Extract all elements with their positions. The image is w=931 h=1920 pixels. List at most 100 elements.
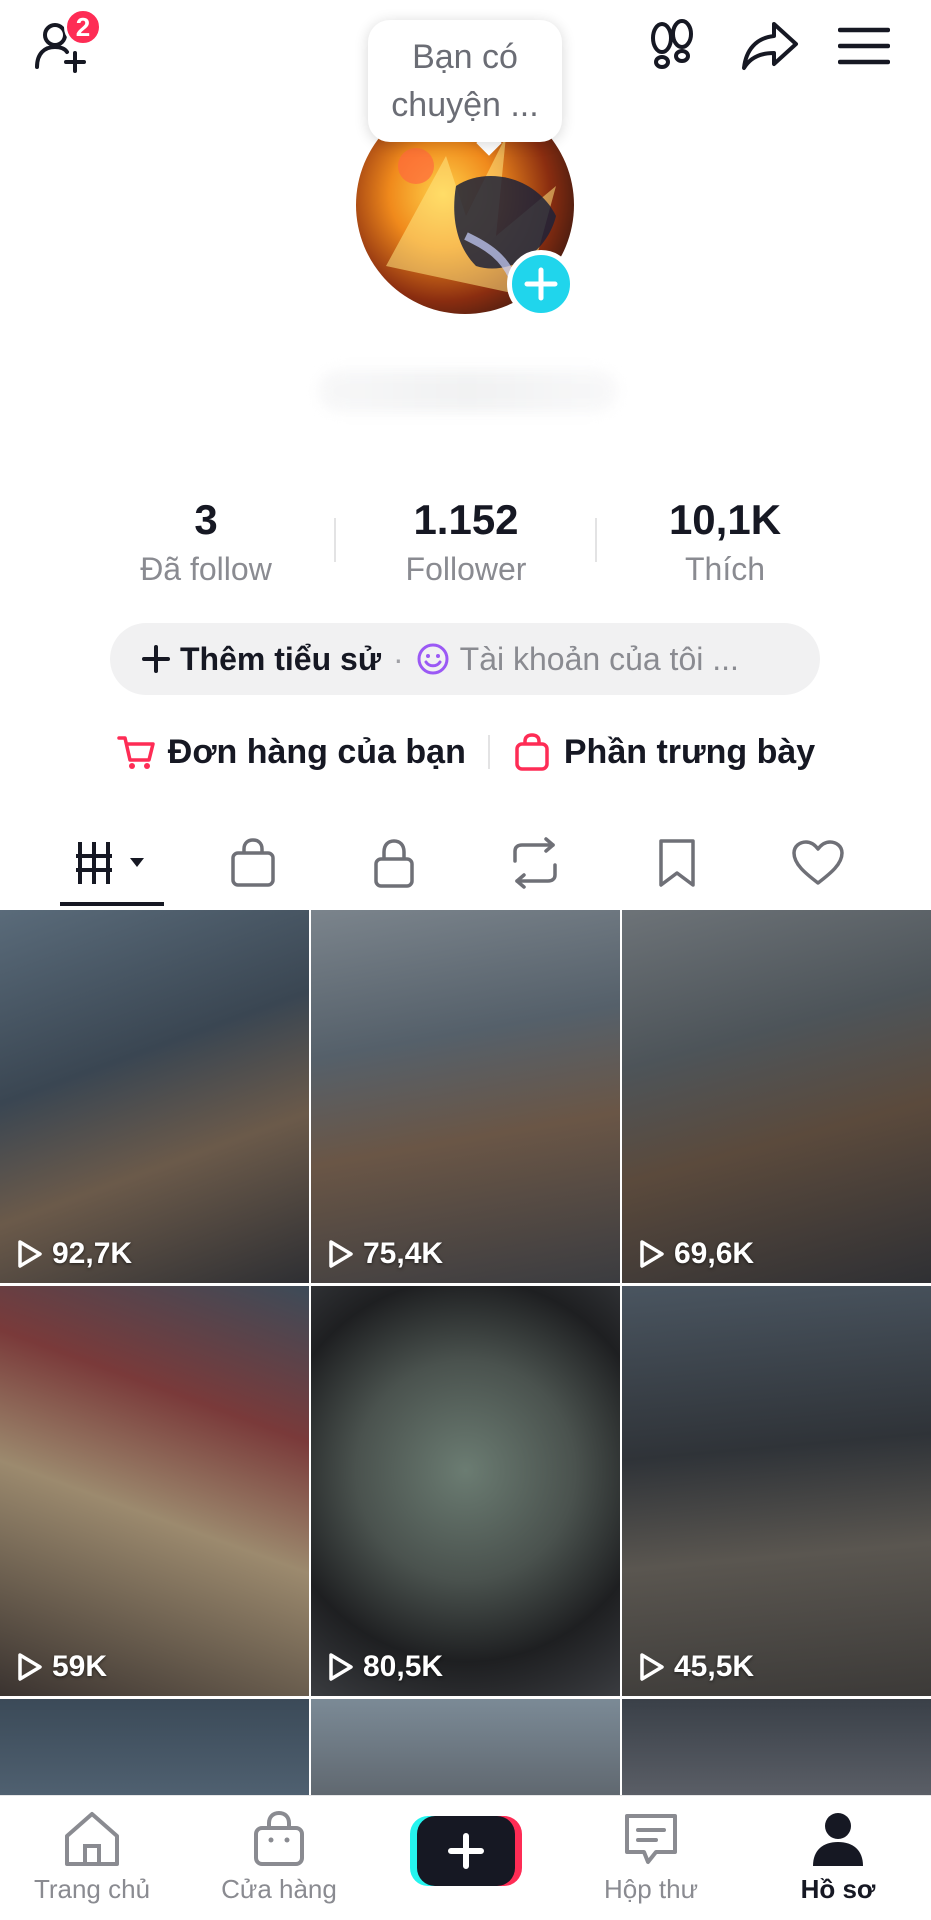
profile-stats: 3 Đã follow 1.152 Follower 10,1K Thích	[0, 494, 931, 594]
shopping-bag-icon	[515, 733, 549, 771]
notification-badge: 2	[64, 8, 102, 46]
video-thumbnail	[622, 1699, 931, 1795]
view-count: 80,5K	[327, 1650, 443, 1684]
tab-favorites[interactable]	[607, 820, 747, 906]
view-count: 69,6K	[638, 1237, 754, 1271]
menu-button[interactable]	[832, 14, 896, 78]
smiley-icon	[417, 643, 449, 675]
stat-followers-value: 1.152	[413, 496, 519, 543]
avatar-add-button[interactable]	[507, 250, 575, 318]
view-count-text: 45,5K	[674, 1650, 755, 1683]
video-tile[interactable]: 45,5K	[622, 1286, 931, 1696]
tab-private[interactable]	[324, 820, 464, 906]
video-thumbnail	[0, 1286, 309, 1696]
tab-shop[interactable]	[183, 820, 323, 906]
showcase-button[interactable]: Phần trưng bày	[512, 732, 815, 772]
bottom-nav: Trang chủ Cửa hàng Hộp thư Hồ sơ	[0, 1795, 931, 1920]
repost-icon	[513, 837, 557, 889]
view-count-text: 59K	[52, 1650, 108, 1683]
tab-reposts[interactable]	[465, 820, 605, 906]
video-tile[interactable]: 75,4K	[311, 910, 620, 1283]
view-count: 75,4K	[327, 1237, 443, 1271]
grid-icon	[76, 842, 144, 884]
orders-label: Đơn hàng của bạn	[167, 732, 466, 771]
play-icon	[329, 1653, 353, 1681]
shop-bag-icon	[231, 838, 275, 887]
tab-liked[interactable]	[748, 820, 888, 906]
play-icon	[640, 1653, 664, 1681]
stat-divider	[595, 518, 597, 562]
showcase-label: Phần trưng bày	[563, 732, 816, 771]
video-thumbnail	[311, 1286, 620, 1696]
lock-icon	[374, 839, 414, 888]
video-tile[interactable]: 92,7K	[0, 910, 309, 1283]
status-tooltip[interactable]: Bạn có chuyện ...	[368, 20, 562, 142]
video-thumbnail	[0, 1699, 309, 1795]
account-type-button[interactable]: Tài khoản của tôi ...	[460, 641, 739, 678]
nav-inbox-label: Hộp thư	[603, 1874, 698, 1904]
video-tile[interactable]: 69,6K	[622, 910, 931, 1283]
stat-following[interactable]: 3 Đã follow	[96, 494, 316, 592]
view-count-text: 75,4K	[363, 1237, 444, 1270]
plus-icon	[142, 645, 170, 673]
video-thumbnail	[0, 910, 309, 1283]
nav-shop[interactable]: Cửa hàng	[189, 1810, 369, 1910]
bio-pill: Thêm tiểu sử · Tài khoản của tôi ...	[110, 623, 820, 695]
inbox-icon	[625, 1814, 677, 1864]
tab-videos[interactable]	[42, 820, 182, 906]
stat-following-value: 3	[194, 496, 218, 543]
nav-shop-label: Cửa hàng	[221, 1874, 337, 1904]
profile-views-button[interactable]	[640, 14, 704, 78]
stat-likes[interactable]: 10,1K Thích	[615, 494, 835, 592]
nav-profile-label: Hồ sơ	[800, 1874, 876, 1904]
add-bio-button[interactable]: Thêm tiểu sử	[180, 641, 381, 678]
video-thumbnail	[311, 1699, 620, 1795]
shop-divider	[487, 735, 490, 769]
orders-button[interactable]: Đơn hàng của bạn	[116, 732, 466, 772]
video-tile[interactable]	[622, 1699, 931, 1795]
play-icon	[329, 1240, 353, 1268]
tooltip-text: Bạn có chuyện ...	[391, 38, 539, 124]
shop-row: Đơn hàng của bạn Phần trưng bày	[0, 720, 931, 784]
stat-likes-label: Thích	[684, 551, 766, 587]
play-icon	[18, 1653, 42, 1681]
video-thumbnail	[622, 1286, 931, 1696]
profile-tabs	[0, 820, 931, 906]
home-icon	[65, 1812, 119, 1866]
stat-likes-value: 10,1K	[668, 496, 782, 543]
active-tab-indicator	[60, 902, 164, 906]
video-grid: 92,7K 75,4K 69,6K 59K 80,5K 45,5K	[0, 910, 931, 1795]
video-tile[interactable]	[0, 1699, 309, 1795]
view-count-text: 80,5K	[363, 1650, 444, 1683]
video-thumbnail	[622, 910, 931, 1283]
view-count-text: 69,6K	[674, 1237, 755, 1270]
heart-icon	[792, 840, 844, 885]
shop-bag-icon	[254, 1810, 304, 1866]
view-count: 45,5K	[638, 1650, 754, 1684]
bio-separator: ·	[392, 640, 404, 677]
share-profile-button[interactable]	[738, 14, 802, 78]
video-tile[interactable]: 80,5K	[311, 1286, 620, 1696]
nav-home-label: Trang chủ	[33, 1874, 151, 1904]
view-count: 92,7K	[16, 1237, 132, 1271]
bookmark-icon	[659, 839, 695, 887]
view-count-text: 92,7K	[52, 1237, 133, 1270]
view-count: 59K	[16, 1650, 107, 1684]
create-plus-icon	[410, 1816, 522, 1886]
share-icon	[742, 22, 798, 70]
play-icon	[18, 1240, 42, 1268]
create-button[interactable]	[410, 1816, 522, 1886]
video-tile[interactable]: 59K	[0, 1286, 309, 1696]
plus-icon	[524, 267, 558, 301]
profile-icon	[813, 1813, 863, 1866]
nav-home[interactable]: Trang chủ	[2, 1810, 182, 1910]
stat-followers[interactable]: 1.152 Follower	[356, 494, 576, 592]
nav-inbox[interactable]: Hộp thư	[561, 1810, 741, 1910]
video-tile[interactable]	[311, 1699, 620, 1795]
footprints-icon	[651, 19, 693, 69]
stat-followers-label: Follower	[405, 551, 527, 587]
menu-icon	[838, 27, 890, 65]
cart-icon	[117, 736, 155, 769]
nav-profile[interactable]: Hồ sơ	[748, 1810, 928, 1910]
stat-divider	[334, 518, 336, 562]
